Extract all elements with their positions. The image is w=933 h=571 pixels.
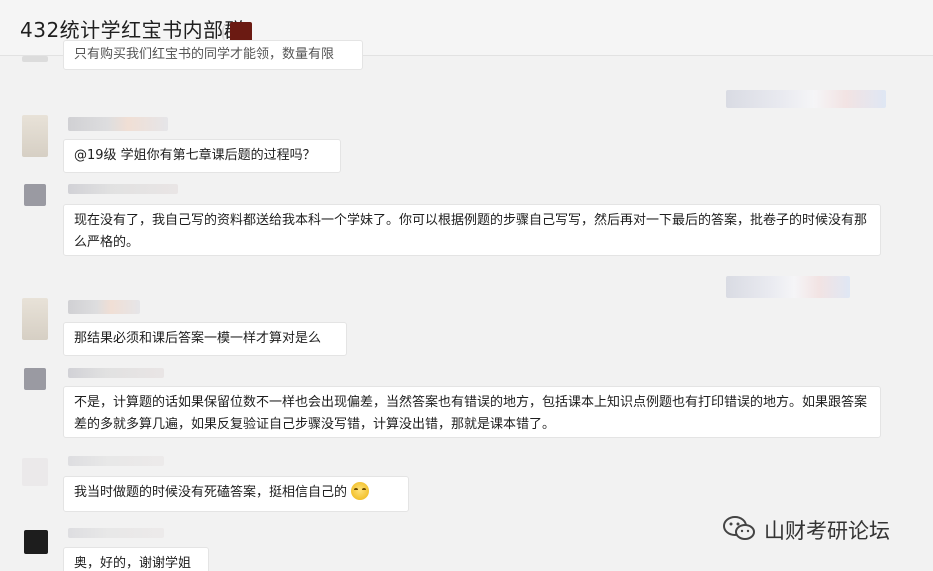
message-bubble: 那结果必须和课后答案一模一样才算对是么 — [63, 322, 347, 356]
message-text: 只有购买我们红宝书的同学才能领，数量有限 — [74, 47, 335, 62]
message-bubble: 我当时做题的时候没有死磕答案，挺相信自己的 — [63, 476, 409, 512]
sender-name — [68, 117, 168, 131]
message-bubble: 现在没有了，我自己写的资料都送给我本科一个学妹了。你可以根据例题的步骤自己写写，… — [63, 204, 881, 256]
message-bubble: 不是，计算题的话如果保留位数不一样也会出现偏差，当然答案也有错误的地方，包括课本… — [63, 386, 881, 438]
sender-name — [68, 456, 164, 466]
timestamp — [726, 276, 850, 298]
chat-title: 432统计学红宝书内部群 — [20, 18, 245, 42]
avatar[interactable] — [22, 458, 48, 486]
sender-name — [68, 300, 140, 314]
avatar[interactable] — [24, 368, 46, 390]
avatar[interactable] — [22, 115, 48, 157]
wechat-icon — [723, 516, 755, 540]
message-text: @19级 学姐你有第七章课后题的过程吗？ — [74, 148, 316, 163]
sender-name — [68, 184, 178, 194]
sender-name — [68, 368, 164, 378]
message-text: 我当时做题的时候没有死磕答案，挺相信自己的 — [74, 485, 348, 500]
avatar[interactable] — [22, 56, 48, 62]
message-text: 奥，好的，谢谢学姐 — [74, 556, 192, 571]
watermark-text: 山财考研论坛 — [764, 519, 890, 543]
avatar[interactable] — [22, 298, 48, 340]
message-bubble: @19级 学姐你有第七章课后题的过程吗？ — [63, 139, 341, 173]
message-text: 那结果必须和课后答案一模一样才算对是么 — [74, 331, 322, 346]
avatar[interactable] — [24, 184, 46, 206]
message-text: 现在没有了，我自己写的资料都送给我本科一个学妹了。你可以根据例题的步骤自己写写，… — [74, 213, 868, 250]
laughing-emoji-icon — [351, 482, 370, 500]
message-text: 不是，计算题的话如果保留位数不一样也会出现偏差，当然答案也有错误的地方，包括课本… — [74, 395, 868, 432]
avatar[interactable] — [24, 530, 48, 554]
message-bubble: 奥，好的，谢谢学姐 — [63, 547, 209, 571]
message-bubble: 只有购买我们红宝书的同学才能领，数量有限 — [63, 40, 363, 70]
timestamp — [726, 90, 886, 108]
sender-name — [68, 528, 164, 538]
